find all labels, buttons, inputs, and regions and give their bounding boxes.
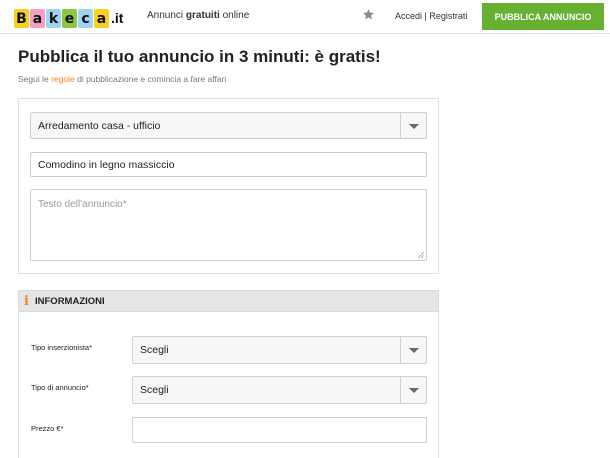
logo-letter: B <box>14 9 29 28</box>
top-header: Ba k e c a .it Annunci gratuiti online Accedi… <box>0 0 610 34</box>
subtitle-suffix: di pubblicazione e comincia a fare affar… <box>74 74 227 84</box>
price-label: Prezzo €* <box>31 424 64 433</box>
chevron-down-icon <box>409 388 419 393</box>
subtitle-prefix: Segui le <box>18 74 52 84</box>
ad-text-placeholder: Testo dell'annuncio* <box>38 199 127 210</box>
ad-type-select[interactable]: Scegli <box>132 376 427 404</box>
ad-type-toggle[interactable] <box>400 377 426 403</box>
advertiser-type-label: Tipo inserzionista* <box>31 343 92 352</box>
logo-letter: a <box>30 9 45 28</box>
chevron-down-icon <box>409 348 419 353</box>
tagline-suffix: online <box>219 10 250 21</box>
advertiser-type-toggle[interactable] <box>400 337 426 363</box>
ad-type-value: Scegli <box>140 384 169 396</box>
rules-link[interactable]: regole <box>51 74 75 84</box>
logo-letter: c <box>78 9 93 28</box>
logo-letter: e <box>62 9 77 28</box>
ad-type-label: Tipo di annuncio* <box>31 383 89 392</box>
category-select-toggle[interactable] <box>400 113 426 138</box>
tagline-prefix: Annunci <box>147 10 186 21</box>
tagline: Annunci gratuiti online <box>147 10 249 21</box>
star-icon[interactable] <box>362 8 375 21</box>
tagline-bold: gratuiti <box>185 10 220 21</box>
info-section-title: INFORMAZIONI <box>35 296 105 307</box>
bakeca-logo[interactable]: Ba k e c a .it <box>14 6 123 28</box>
logo-tld: .it <box>111 10 124 26</box>
price-input[interactable] <box>132 417 427 443</box>
info-section-body: Tipo inserzionista* Scegli Tipo di annun… <box>18 312 439 458</box>
ad-title-value: Comodino in legno massiccio <box>38 158 175 171</box>
ad-text-textarea[interactable]: Testo dell'annuncio* <box>30 189 427 261</box>
category-select-value: Arredamento casa - ufficio <box>38 119 161 132</box>
publish-ad-button[interactable]: PUBBLICA ANNUNCIO <box>482 3 604 30</box>
logo-letter: a <box>94 9 109 28</box>
chevron-down-icon <box>409 123 419 129</box>
ad-title-input[interactable]: Comodino in legno massiccio <box>30 152 427 177</box>
page-subtitle: Segui le regole di pubblicazione e comin… <box>18 74 226 84</box>
resize-grip-icon[interactable] <box>418 252 424 258</box>
category-select[interactable]: Arredamento casa - ufficio <box>30 112 427 139</box>
advertiser-type-value: Scegli <box>140 344 169 356</box>
ad-form-box: Arredamento casa - ufficio Comodino in l… <box>18 98 439 274</box>
info-section-header: i INFORMAZIONI <box>18 290 439 312</box>
advertiser-type-select[interactable]: Scegli <box>132 336 427 364</box>
info-icon: i <box>24 294 29 309</box>
logo-letter: k <box>46 9 61 28</box>
page-title: Pubblica il tuo annuncio in 3 minuti: è … <box>18 47 381 66</box>
login-register-link[interactable]: Accedi | Registrati <box>395 11 467 21</box>
